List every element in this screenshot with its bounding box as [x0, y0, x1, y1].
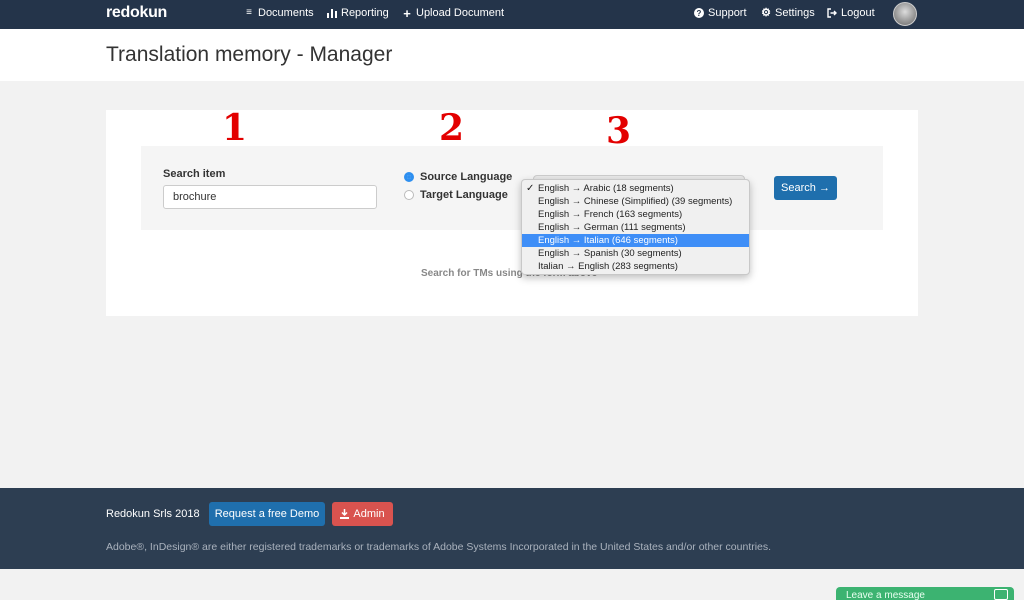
- trademark-note: Adobe®, InDesign® are either registered …: [106, 541, 772, 553]
- language-pair-option[interactable]: English → Spanish (30 segments): [522, 247, 749, 260]
- language-pair-option[interactable]: English → French (163 segments): [522, 208, 749, 221]
- page-title: Translation memory - Manager: [106, 43, 393, 66]
- nav-settings[interactable]: ⚙ Settings: [761, 7, 815, 19]
- checkmark-icon: ✓: [526, 183, 535, 194]
- admin-button-label: Admin: [353, 508, 385, 520]
- bar-chart-icon: [327, 8, 337, 18]
- footer-copyright: Redokun Srls 2018: [106, 508, 200, 520]
- annotation-3: 3: [606, 110, 632, 152]
- question-circle-icon: ?: [694, 8, 704, 18]
- language-pair-option[interactable]: ✓ English → Arabic (18 segments): [522, 182, 749, 195]
- gear-icon: ⚙: [761, 6, 771, 19]
- target-language-radio[interactable]: [404, 190, 414, 200]
- download-icon: [340, 509, 350, 519]
- language-pair-option-label: English → Chinese (Simplified) (39 segme…: [538, 196, 733, 207]
- language-pair-option[interactable]: English → German (111 segments): [522, 221, 749, 234]
- request-demo-button[interactable]: Request a free Demo: [209, 502, 325, 526]
- plus-icon: +: [403, 5, 411, 21]
- logout-icon: [827, 8, 837, 18]
- source-language-option[interactable]: Source Language: [404, 171, 512, 183]
- source-language-radio[interactable]: [404, 172, 414, 182]
- nav-documents[interactable]: ≡ Documents: [244, 7, 314, 19]
- nav-upload-document[interactable]: + Upload Document: [402, 5, 505, 21]
- search-item-input[interactable]: [163, 185, 377, 209]
- page-header: Translation memory - Manager: [0, 29, 1024, 81]
- nav-support[interactable]: ? Support: [694, 7, 747, 19]
- language-pair-option-highlighted[interactable]: English → Italian (646 segments): [522, 234, 749, 247]
- nav-logout[interactable]: Logout: [827, 7, 875, 19]
- language-pair-option-label: English → Spanish (30 segments): [538, 248, 682, 259]
- language-pair-option-label: English → Arabic (18 segments): [538, 183, 674, 194]
- language-pair-option-label: Italian → English (283 segments): [538, 261, 678, 272]
- documents-icon: ≡: [246, 7, 252, 18]
- nav-support-label: Support: [708, 7, 747, 19]
- search-item-label: Search item: [163, 168, 226, 180]
- language-pair-option[interactable]: English → Chinese (Simplified) (39 segme…: [522, 195, 749, 208]
- chat-widget[interactable]: Leave a message: [836, 587, 1014, 600]
- nav-settings-label: Settings: [775, 7, 815, 19]
- nav-reporting-label: Reporting: [341, 7, 389, 19]
- top-navbar: redokun ≡ Documents Reporting + Upload D…: [0, 0, 1024, 29]
- search-button[interactable]: Search →: [774, 176, 837, 200]
- language-pair-option-label: English → Italian (646 segments): [538, 235, 678, 246]
- site-footer: Redokun Srls 2018 Request a free Demo Ad…: [0, 488, 1024, 569]
- annotation-1: 1: [222, 107, 248, 149]
- language-pair-option-label: English → German (111 segments): [538, 222, 686, 233]
- target-language-label: Target Language: [420, 189, 508, 201]
- annotation-2: 2: [439, 107, 465, 149]
- source-language-label: Source Language: [420, 171, 513, 183]
- language-pair-option[interactable]: Italian → English (283 segments): [522, 260, 749, 273]
- nav-documents-label: Documents: [258, 7, 314, 19]
- nav-reporting[interactable]: Reporting: [327, 7, 389, 19]
- admin-button[interactable]: Admin: [332, 502, 393, 526]
- search-form-panel: Search item Source Language Target Langu…: [141, 146, 883, 230]
- brand-logo[interactable]: redokun: [106, 4, 167, 22]
- target-language-option[interactable]: Target Language: [404, 189, 508, 201]
- chat-widget-label: Leave a message: [846, 590, 925, 600]
- nav-logout-label: Logout: [841, 7, 875, 19]
- user-avatar[interactable]: [893, 2, 917, 26]
- tm-search-card: 1 2 3 Search item Source Language Target…: [106, 110, 918, 316]
- language-pair-dropdown[interactable]: ✓ English → Arabic (18 segments) English…: [521, 179, 750, 275]
- nav-upload-label: Upload Document: [416, 7, 505, 19]
- chat-window-icon: [994, 589, 1008, 600]
- search-button-label: Search →: [781, 182, 830, 194]
- language-pair-option-label: English → French (163 segments): [538, 209, 683, 220]
